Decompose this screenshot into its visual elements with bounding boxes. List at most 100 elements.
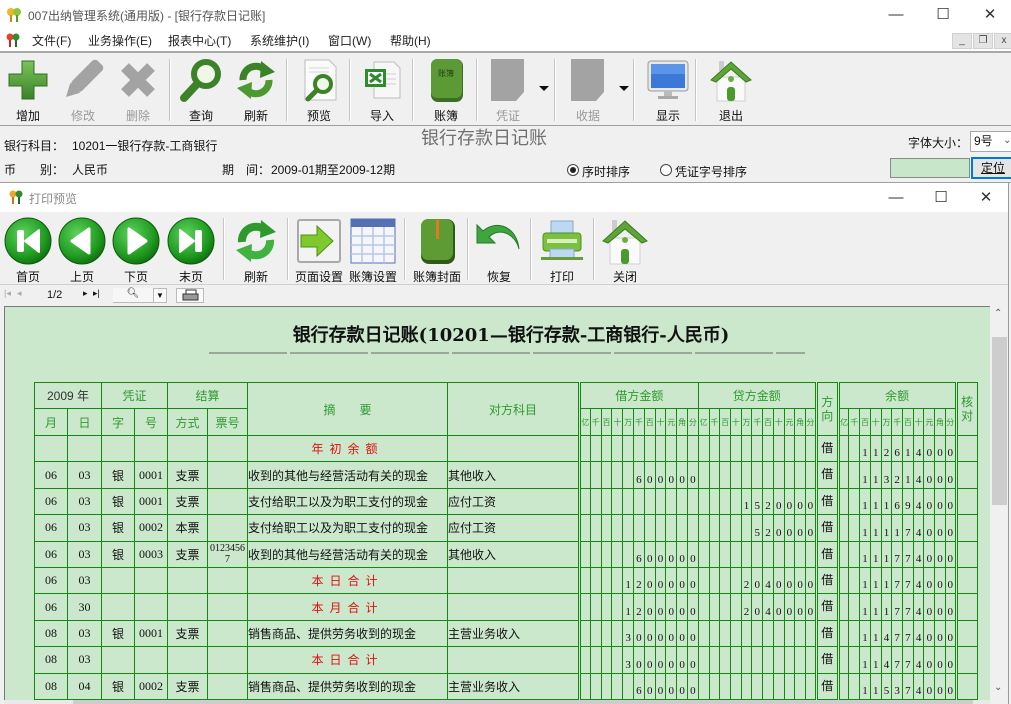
nav-first-icon[interactable]: |◂: [4, 288, 14, 303]
zoom-button[interactable]: 🔍︎: [113, 288, 153, 303]
menu-file[interactable]: 文件(F): [32, 32, 71, 49]
exit-button[interactable]: 退出: [706, 55, 756, 125]
menu-reports[interactable]: 报表中心(T): [168, 32, 231, 49]
font-size-select[interactable]: 9号 ⌄: [970, 131, 1011, 152]
ledger-cover-button[interactable]: 账簿封面: [412, 215, 462, 284]
day-cell: 03: [67, 487, 102, 516]
credit-digit: [804, 619, 817, 648]
receipt-dropdown-arrow-icon[interactable]: [619, 86, 629, 91]
balance-digit: [848, 672, 861, 700]
preview-maximize-button[interactable]: ☐: [926, 187, 956, 209]
credit-digit: 5: [751, 487, 764, 516]
restore-label: 恢复: [486, 270, 511, 284]
credit-digit: [794, 619, 806, 648]
day-cell: 03: [67, 646, 102, 674]
mdi-minimize-button[interactable]: _: [952, 33, 972, 49]
direction-cell: 借: [814, 646, 839, 674]
preview-close-toolbar-button[interactable]: 关闭: [601, 215, 649, 284]
credit-digit: [697, 514, 710, 542]
preview-window-icon: [8, 190, 24, 204]
ledger-settings-grid-icon: [349, 217, 397, 265]
mdi-close-button[interactable]: x: [994, 33, 1011, 49]
minimize-button[interactable]: —: [881, 4, 911, 26]
menu-window[interactable]: 窗口(W): [328, 32, 371, 49]
locate-button[interactable]: 定位: [971, 157, 1011, 179]
import-button[interactable]: 导入: [357, 55, 407, 125]
balance-digit: 7: [891, 540, 904, 568]
debit-digit: [589, 514, 602, 542]
balance-digit: 1: [859, 672, 871, 700]
summary-cell: 支付给职工以及为职工支付的现金: [247, 514, 449, 542]
debit-digit: 0: [676, 461, 688, 489]
toolbar-separator: [554, 59, 556, 121]
sort-chronological-radio[interactable]: [567, 164, 579, 176]
debit-digit: [622, 461, 635, 489]
preview-refresh-button[interactable]: 刷新: [232, 215, 280, 284]
menu-help[interactable]: 帮助(H): [390, 32, 431, 49]
preview-close-button[interactable]: ✕: [971, 187, 1001, 209]
last-page-button[interactable]: 末页: [167, 215, 215, 284]
add-button[interactable]: 增加: [5, 55, 51, 125]
menu-system[interactable]: 系统维护(I): [250, 32, 309, 49]
next-page-button[interactable]: 下页: [112, 215, 160, 284]
close-button[interactable]: ✕: [975, 4, 1005, 26]
debit-digit: 2: [633, 593, 645, 621]
vertical-scrollbar[interactable]: ⌃ ⌄: [990, 306, 1008, 700]
voucher-dropdown-arrow-icon[interactable]: [539, 86, 549, 91]
zoom-dropdown-chevron-icon[interactable]: ▼: [153, 288, 167, 303]
debit-digit: [578, 566, 591, 595]
credit-digit: [729, 434, 742, 463]
vertical-scroll-thumb[interactable]: [992, 337, 1007, 505]
nav-next-icon[interactable]: ▸: [83, 288, 93, 303]
page-setup-button[interactable]: 页面设置: [294, 215, 344, 284]
debit-digit: [676, 514, 688, 542]
credit-digit: [772, 540, 785, 568]
balance-digit: [848, 514, 861, 542]
ledger-settings-button[interactable]: 账簿设置: [348, 215, 398, 284]
restore-button[interactable]: 恢复: [475, 215, 523, 284]
debit-digit: 1: [622, 593, 635, 621]
balance-digit: 1: [880, 566, 893, 595]
nav-last-icon[interactable]: ▸|: [93, 288, 105, 303]
display-button[interactable]: 显示: [643, 55, 693, 125]
refresh-button[interactable]: 刷新: [231, 55, 281, 125]
preview-close-label: 关闭: [612, 270, 637, 284]
debit-digit: [600, 487, 613, 516]
preview-minimize-button[interactable]: —: [881, 187, 911, 209]
nav-print-button[interactable]: [176, 288, 204, 303]
ledger-button[interactable]: 账簿 账簿: [421, 55, 471, 125]
balance-digit: 1: [902, 461, 914, 489]
debit-digit: [611, 619, 624, 648]
first-page-button[interactable]: 首页: [4, 215, 52, 284]
maximize-button[interactable]: ☐: [928, 4, 958, 26]
horizontal-scrollbar[interactable]: [4, 700, 990, 704]
nav-prev-icon[interactable]: ◂: [17, 288, 27, 303]
ledger-row: 08 03 银 0001 支票 销售商品、提供劳务收到的现金 主营业务收入 3 0 0 0 0 0 0 借 1…: [34, 619, 978, 648]
balance-digit: 7: [902, 646, 914, 674]
sort-voucher-radio[interactable]: [660, 164, 672, 176]
previous-page-button[interactable]: 上页: [58, 215, 106, 284]
summary-cell: 销售商品、提供劳务收到的现金: [247, 619, 449, 648]
sort-voucher-label[interactable]: 凭证字号排序: [675, 163, 747, 180]
scroll-up-arrow-icon[interactable]: ⌃: [994, 308, 1002, 319]
check-cell: [954, 461, 978, 489]
credit-digit: [729, 672, 742, 700]
receipt-button[interactable]: 收据: [563, 55, 631, 125]
delete-button[interactable]: 删除: [115, 55, 161, 125]
preview-button[interactable]: 预览: [294, 55, 344, 125]
mdi-restore-button[interactable]: ❐: [973, 33, 993, 49]
edit-button[interactable]: 修改: [60, 55, 106, 125]
credit-digit: [729, 646, 742, 674]
ledger-header-row: 2009 年凭证 结算摘 要对方科目 借方金额 贷方金额 方向 余额 核对: [34, 382, 978, 436]
horizontal-scroll-thumb[interactable]: [73, 700, 973, 704]
menu-business[interactable]: 业务操作(E): [88, 32, 152, 49]
locate-input[interactable]: [890, 158, 970, 178]
print-button[interactable]: 打印: [538, 215, 586, 284]
scroll-down-arrow-icon[interactable]: ⌄: [994, 682, 1002, 693]
voucher-button[interactable]: 凭证: [483, 55, 551, 125]
year-header: 2009 年: [34, 382, 102, 409]
balance-digit: 4: [912, 593, 925, 621]
sort-chronological-label[interactable]: 序时排序: [582, 163, 630, 180]
query-button[interactable]: 查询: [176, 55, 226, 125]
ledger-row: 年初余额借 1 1 2 6 1 4 0 0 0: [34, 434, 978, 463]
